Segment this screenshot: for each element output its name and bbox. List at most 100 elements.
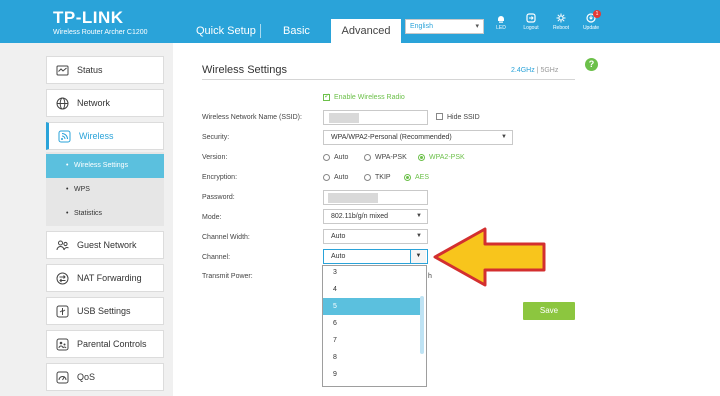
guest-icon [56,240,69,251]
sidebar-item-status[interactable]: Status [46,56,164,84]
channel-width-select[interactable]: Auto ▼ [323,229,428,244]
version-auto-label: Auto [334,154,349,161]
logout-label: Logout [523,25,539,31]
sidebar-item-qos[interactable]: QoS [46,363,164,391]
save-button[interactable]: Save [523,302,575,320]
sidebar-item-usb-settings[interactable]: USB Settings [46,297,164,325]
nav-advanced[interactable]: Advanced [331,19,401,43]
encryption-aes-radio[interactable] [404,174,411,181]
sidebar-item-label: Parental Controls [77,339,147,349]
channel-option[interactable]: 4 [323,281,421,298]
version-wpa-psk-radio[interactable] [364,154,371,161]
channel-dropdown-button[interactable]: ▼ [410,250,426,263]
reboot-icon [556,13,566,23]
band-24ghz-link[interactable]: 2.4GHz [511,67,535,74]
encryption-aes-label: AES [415,174,430,181]
channel-option[interactable]: 8 [323,349,421,366]
submenu-wps[interactable]: • WPS [46,178,164,202]
chevron-down-icon: ▼ [501,134,507,140]
version-wpa2-psk-radio[interactable] [418,154,425,161]
band-switch: 2.4GHz | 5GHz [511,67,558,74]
encryption-tkip-radio[interactable] [364,174,371,181]
encryption-auto-radio[interactable] [323,174,330,181]
hide-ssid-checkbox[interactable] [436,113,443,120]
encryption-auto-label: Auto [334,174,349,181]
band-5ghz-link[interactable]: 5GHz [540,67,558,74]
chevron-down-icon: ▾ [475,23,479,30]
sidebar-item-label: Status [77,65,103,75]
qos-icon [56,371,69,384]
channel-option[interactable]: 6 [323,315,421,332]
led-label: LED [496,25,506,31]
submenu-statistics[interactable]: • Statistics [46,202,164,226]
language-value: English [410,23,433,30]
password-redacted [328,193,378,203]
page-title: Wireless Settings [202,64,287,76]
sidebar-item-nat-forwarding[interactable]: NAT Forwarding [46,264,164,292]
router-model: Wireless Router Archer C1200 [53,29,148,36]
channel-option[interactable]: 9 [323,366,421,383]
dropdown-scrollbar[interactable] [420,296,424,354]
parental-icon [56,338,69,351]
enable-radio-label: Enable Wireless Radio [334,94,405,101]
sidebar-item-network[interactable]: Network [46,89,164,117]
channel-option-selected[interactable]: 5 [323,298,421,315]
nat-icon [56,272,69,285]
mode-select[interactable]: 802.11b/g/n mixed ▼ [323,209,428,224]
chevron-down-icon: ▼ [416,213,422,219]
wireless-submenu: • Wireless Settings • WPS • Statistics [46,152,164,226]
security-select[interactable]: WPA/WPA2-Personal (Recommended) ▼ [323,130,513,145]
nav-quick-setup[interactable]: Quick Setup [196,25,256,37]
language-select[interactable]: English ▾ [405,19,484,34]
pointer-arrow-icon [433,227,546,287]
led-button[interactable]: LED [487,13,515,31]
password-input[interactable] [323,190,428,205]
reboot-button[interactable]: Reboot [547,13,575,31]
sidebar-item-parental-controls[interactable]: Parental Controls [46,330,164,358]
channel-option[interactable]: 3 [323,266,421,281]
bullet-icon: • [66,210,69,217]
submenu-label: Wireless Settings [74,162,129,169]
update-button[interactable]: Update 1 [577,10,605,31]
transmit-power-label: Transmit Power: [202,273,253,280]
update-label: Update [582,25,600,31]
logout-button[interactable]: Logout [517,13,545,31]
help-icon[interactable]: ? [585,58,598,71]
ssid-redacted [329,113,359,123]
sidebar-item-label: Network [77,98,111,108]
channel-dropdown-list[interactable]: 3 4 5 6 7 8 9 [322,265,427,387]
encryption-label: Encryption: [202,174,238,181]
version-auto-radio[interactable] [323,154,330,161]
sidebar-item-guest-network[interactable]: Guest Network [46,231,164,259]
update-count-badge: 1 [593,10,601,18]
channel-label: Channel: [202,254,231,261]
chevron-down-icon: ▼ [416,233,422,239]
ssid-input[interactable] [323,110,428,125]
sidebar-item-label: QoS [77,372,96,382]
security-value: WPA/WPA2-Personal (Recommended) [331,134,452,141]
security-label: Security: [202,134,230,141]
sidebar-item-wireless[interactable]: Wireless [46,122,164,150]
submenu-label: Statistics [74,210,103,217]
version-wpa-psk-label: WPA-PSK [375,154,407,161]
channel-value: Auto [331,253,346,260]
hide-ssid-label: Hide SSID [447,114,480,121]
enable-radio-checkbox[interactable] [323,92,330,101]
password-label: Password: [202,194,235,201]
channel-option[interactable]: 7 [323,332,421,349]
channel-width-value: Auto [331,233,346,240]
band-separator: | [536,67,539,74]
nav-basic[interactable]: Basic [283,25,310,37]
chevron-down-icon: ▼ [415,253,422,259]
sidebar-item-label: NAT Forwarding [77,273,142,283]
submenu-wireless-settings[interactable]: • Wireless Settings [46,154,164,178]
brand-logo: TP-LINK [53,8,124,27]
submenu-label: WPS [74,186,90,193]
logout-icon [526,13,536,23]
ssid-label: Wireless Network Name (SSID): [202,114,302,121]
bullet-icon: • [66,186,69,193]
status-icon [56,65,69,76]
mode-label: Mode: [202,214,222,221]
bullet-icon: • [66,162,69,169]
top-header: TP-LINK Wireless Router Archer C1200 Qui… [0,0,720,43]
